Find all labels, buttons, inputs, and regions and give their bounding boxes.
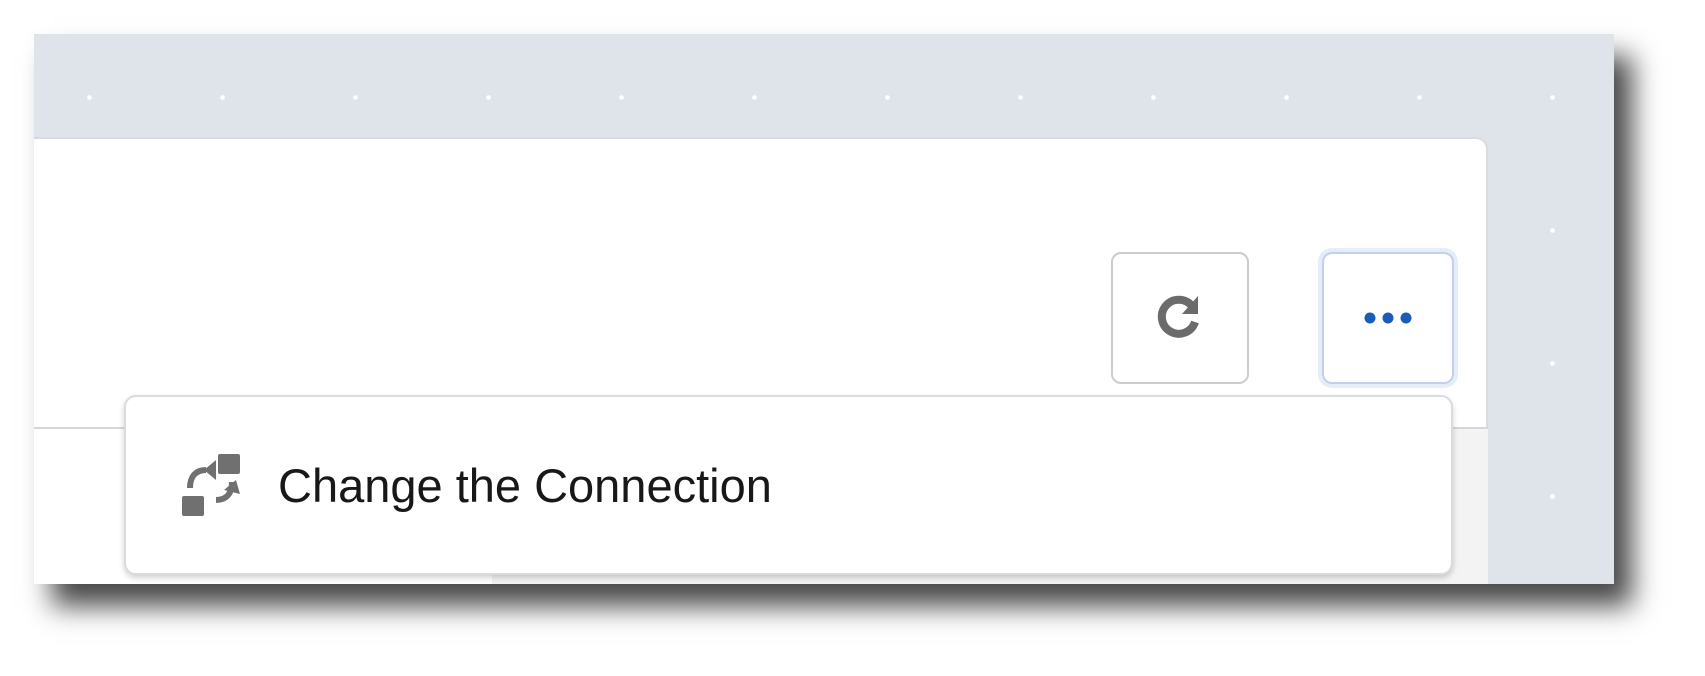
- swap-arrows-icon: [182, 454, 240, 516]
- refresh-icon: [1157, 295, 1199, 338]
- app-window-crop: Change the Connection: [34, 34, 1614, 584]
- actions-dropdown-menu: Change the Connection: [124, 395, 1453, 575]
- menu-item-label: Change the Connection: [278, 459, 772, 512]
- ellipsis-icon: [1364, 312, 1412, 324]
- screenshot-stage: Change the Connection: [0, 0, 1705, 676]
- refresh-button[interactable]: [1111, 252, 1249, 384]
- more-actions-button[interactable]: [1322, 252, 1454, 384]
- menu-item-change-connection[interactable]: Change the Connection: [126, 397, 1451, 573]
